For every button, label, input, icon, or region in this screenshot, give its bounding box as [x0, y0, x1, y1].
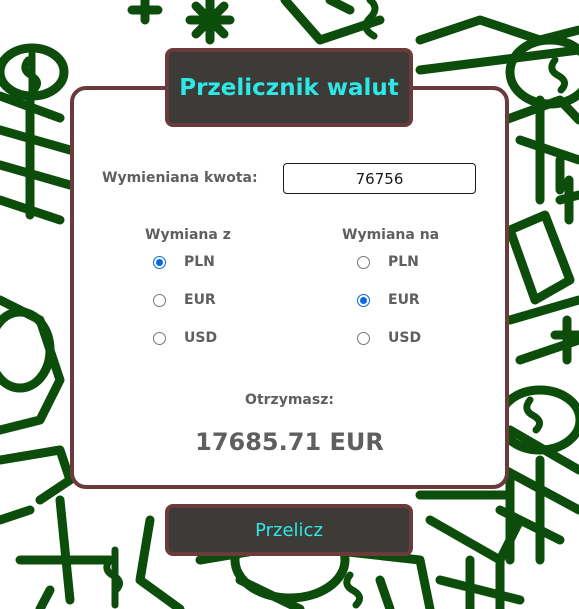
- plus-doodle: [127, 0, 163, 25]
- to-label-usd: USD: [388, 330, 422, 346]
- from-option-eur[interactable]: EUR: [153, 292, 216, 308]
- from-radio-eur[interactable]: [153, 293, 166, 307]
- to-option-usd[interactable]: USD: [357, 330, 421, 346]
- amount-label: Wymieniana kwota:: [102, 170, 258, 186]
- sparkle-doodle: [185, 0, 235, 45]
- to-group-title: Wymiana na: [342, 227, 440, 243]
- to-label-pln: PLN: [388, 254, 419, 270]
- result-value: 17685.71 EUR: [195, 428, 384, 456]
- title-banner: Przelicznik walut: [165, 48, 413, 127]
- from-radio-usd[interactable]: [153, 331, 166, 345]
- from-option-pln[interactable]: PLN: [153, 254, 215, 270]
- from-option-usd[interactable]: USD: [153, 330, 217, 346]
- to-option-eur[interactable]: EUR: [357, 292, 420, 308]
- page-title: Przelicznik walut: [179, 74, 399, 101]
- to-radio-eur[interactable]: [357, 293, 370, 307]
- result-label: Otrzymasz:: [245, 392, 334, 408]
- convert-button[interactable]: Przelicz: [165, 504, 413, 556]
- from-radio-pln[interactable]: [153, 255, 166, 269]
- from-label-usd: USD: [184, 330, 218, 346]
- from-group-title: Wymiana z: [145, 227, 231, 243]
- to-label-eur: EUR: [388, 292, 420, 308]
- to-option-pln[interactable]: PLN: [357, 254, 419, 270]
- to-radio-usd[interactable]: [357, 331, 370, 345]
- from-label-eur: EUR: [184, 292, 216, 308]
- amount-input[interactable]: [283, 163, 476, 194]
- to-radio-pln[interactable]: [357, 255, 370, 269]
- from-label-pln: PLN: [184, 254, 215, 270]
